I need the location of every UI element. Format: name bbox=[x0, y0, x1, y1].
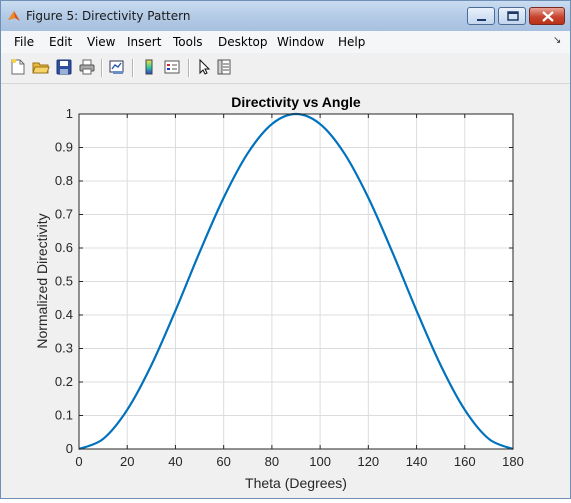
x-tick-label: 120 bbox=[357, 454, 379, 469]
x-tick-label: 80 bbox=[265, 454, 279, 469]
maximize-button[interactable] bbox=[498, 7, 526, 25]
y-tick-label: 0.7 bbox=[55, 207, 73, 222]
close-icon bbox=[542, 11, 554, 22]
toolbar-separator bbox=[101, 59, 103, 77]
colorbar-icon[interactable] bbox=[140, 58, 158, 76]
menu-window[interactable]: Window bbox=[277, 35, 324, 49]
y-tick-label: 0.4 bbox=[55, 307, 73, 322]
x-tick-label: 20 bbox=[120, 454, 134, 469]
matlab-icon bbox=[7, 9, 21, 23]
chart-title: Directivity vs Angle bbox=[231, 94, 361, 110]
new-figure-icon[interactable] bbox=[9, 58, 27, 76]
print-icon[interactable] bbox=[78, 58, 96, 76]
y-tick-label: 0.9 bbox=[55, 140, 73, 155]
figure-toolbar bbox=[1, 53, 570, 84]
open-file-icon[interactable] bbox=[32, 58, 50, 76]
x-tick-label: 140 bbox=[406, 454, 428, 469]
y-axis-label: Normalized Directivity bbox=[34, 213, 50, 348]
link-plot-icon[interactable] bbox=[108, 58, 126, 76]
y-tick-label: 0.5 bbox=[55, 274, 73, 289]
x-tick-label: 60 bbox=[216, 454, 230, 469]
x-tick-label: 0 bbox=[75, 454, 82, 469]
minimize-icon bbox=[477, 19, 486, 21]
y-tick-label: 0.3 bbox=[55, 341, 73, 356]
x-axis-label: Theta (Degrees) bbox=[245, 475, 347, 491]
close-button[interactable] bbox=[529, 7, 565, 25]
dock-arrow-icon[interactable]: ↘ bbox=[553, 35, 561, 46]
menu-bar: File Edit View Insert Tools Desktop Wind… bbox=[1, 31, 570, 53]
maximize-icon bbox=[507, 11, 519, 21]
y-tick-label: 0.6 bbox=[55, 240, 73, 255]
x-tick-label: 40 bbox=[168, 454, 182, 469]
figure-window: Figure 5: Directivity Pattern File Edit … bbox=[0, 0, 571, 499]
menu-edit[interactable]: Edit bbox=[49, 35, 72, 49]
property-inspector-icon[interactable] bbox=[215, 58, 233, 76]
y-tick-label: 0 bbox=[66, 441, 73, 456]
menu-insert[interactable]: Insert bbox=[127, 35, 161, 49]
toolbar-separator bbox=[132, 59, 134, 77]
menu-help[interactable]: Help bbox=[338, 35, 365, 49]
save-icon[interactable] bbox=[55, 58, 73, 76]
y-tick-label: 0.8 bbox=[55, 173, 73, 188]
pointer-icon[interactable] bbox=[195, 58, 213, 76]
toolbar-separator bbox=[188, 59, 190, 77]
figure-canvas: 0 20 40 60 80 100 120 140 160 180 0 0.1 0.2 0.3 0.4 0.5… bbox=[1, 84, 570, 498]
title-bar[interactable]: Figure 5: Directivity Pattern bbox=[1, 1, 570, 31]
menu-desktop[interactable]: Desktop bbox=[218, 35, 268, 49]
x-tick-label: 160 bbox=[454, 454, 476, 469]
y-tick-label: 0.2 bbox=[55, 374, 73, 389]
menu-tools[interactable]: Tools bbox=[173, 35, 203, 49]
minimize-button[interactable] bbox=[467, 7, 495, 25]
y-tick-label: 0.1 bbox=[55, 408, 73, 423]
menu-file[interactable]: File bbox=[14, 35, 34, 49]
y-tick-label: 1 bbox=[66, 106, 73, 121]
menu-view[interactable]: View bbox=[87, 35, 115, 49]
plot-svg: 0 20 40 60 80 100 120 140 160 180 0 0.1 0.2 0.3 0.4 0.5… bbox=[34, 94, 524, 491]
legend-icon[interactable] bbox=[163, 58, 181, 76]
window-title: Figure 5: Directivity Pattern bbox=[26, 9, 191, 23]
x-tick-label: 100 bbox=[309, 454, 331, 469]
x-tick-label: 180 bbox=[502, 454, 524, 469]
